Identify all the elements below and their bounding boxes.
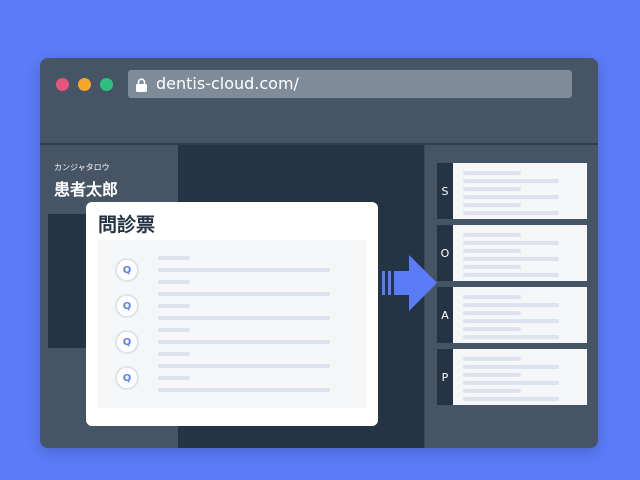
soap-card [453,225,587,281]
placeholder-text-line [158,316,330,320]
soap-card [453,349,587,405]
question-badge: Q [115,294,139,318]
placeholder-text-line [463,187,521,191]
placeholder-text-line [463,357,521,361]
arrow-right-icon [382,255,437,311]
placeholder-text-line [463,265,521,269]
soap-card [453,163,587,219]
soap-label: S [437,163,453,219]
placeholder-text-line [463,303,559,307]
soap-label: P [437,349,453,405]
placeholder-text-line [158,280,190,284]
placeholder-text-line [463,179,559,183]
soap-panel: S O A P [424,145,598,448]
placeholder-text-line [463,373,521,377]
patient-name-kana: カンジャタロウ [54,163,110,172]
placeholder-text-line [158,328,190,332]
placeholder-text-line [463,257,559,261]
placeholder-text-line [463,233,521,237]
question-badge: Q [115,330,139,354]
placeholder-text-line [158,388,330,392]
placeholder-text-line [463,203,521,207]
soap-row-p[interactable]: P [437,349,587,405]
browser-titlebar: dentis-cloud.com/ [40,58,598,145]
placeholder-text-line [463,171,521,175]
lock-icon [135,77,148,92]
address-bar[interactable]: dentis-cloud.com/ [128,70,572,98]
questionnaire-title: 問診票 [98,214,156,236]
questionnaire-card[interactable]: 問診票 Q Q Q Q [86,202,378,426]
placeholder-text-line [463,327,521,331]
maximize-dot[interactable] [100,78,113,91]
placeholder-text-line [463,381,559,385]
placeholder-text-line [158,364,330,368]
patient-name: 患者太郎 [54,180,119,199]
soap-row-a[interactable]: A [437,287,587,343]
minimize-dot[interactable] [78,78,91,91]
placeholder-text-line [158,352,190,356]
soap-card [453,287,587,343]
placeholder-text-line [463,397,559,401]
soap-label: O [437,225,453,281]
close-dot[interactable] [56,78,69,91]
placeholder-text-line [463,311,521,315]
placeholder-text-line [158,256,190,260]
placeholder-text-line [463,273,559,277]
placeholder-text-line [158,304,190,308]
soap-row-o[interactable]: O [437,225,587,281]
placeholder-text-line [463,389,521,393]
placeholder-text-line [158,292,330,296]
soap-label: A [437,287,453,343]
placeholder-text-line [463,365,559,369]
placeholder-text-line [463,249,521,253]
placeholder-text-line [463,241,559,245]
question-badge: Q [115,258,139,282]
soap-row-s[interactable]: S [437,163,587,219]
placeholder-text-line [463,335,559,339]
placeholder-text-line [463,295,521,299]
placeholder-text-line [158,376,190,380]
placeholder-text-line [158,340,330,344]
question-badge: Q [115,366,139,390]
questionnaire-list: Q Q Q Q [98,240,366,408]
placeholder-text-line [463,319,559,323]
url-text: dentis-cloud.com/ [156,74,299,93]
placeholder-text-line [158,268,330,272]
placeholder-text-line [463,211,559,215]
placeholder-text-line [463,195,559,199]
